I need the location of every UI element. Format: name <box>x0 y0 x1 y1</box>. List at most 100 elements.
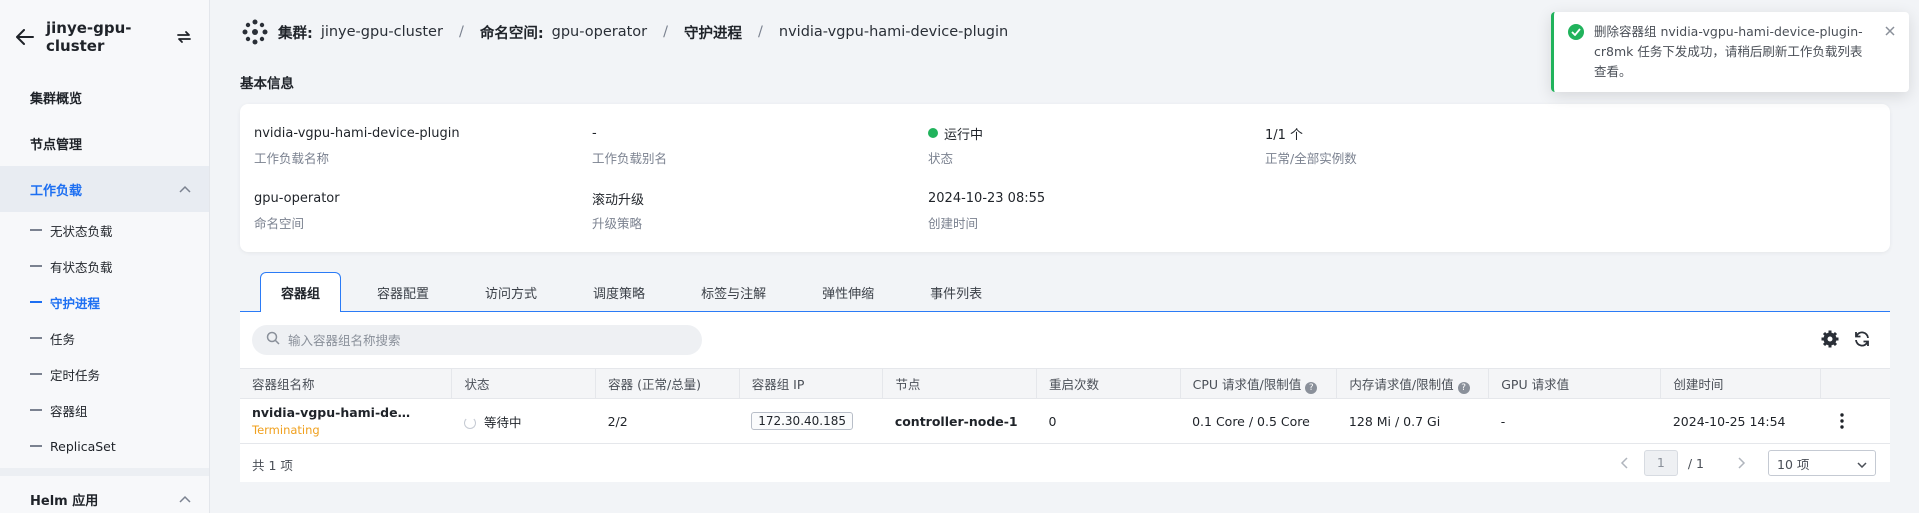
breadcrumb-separator: / <box>663 24 668 40</box>
loading-spinner-icon <box>463 416 476 429</box>
sidebar-sub-pods[interactable]: 容器组 <box>0 392 209 428</box>
breadcrumb-cluster-key: 集群: <box>278 25 313 42</box>
cell-status: 等待中 <box>451 398 596 444</box>
info-label: 升级策略 <box>592 216 643 231</box>
gear-icon[interactable] <box>1820 329 1840 349</box>
tab-container-config[interactable]: 容器配置 <box>357 272 449 312</box>
info-label: 工作负载别名 <box>592 151 668 166</box>
sidebar-item-overview[interactable]: 集群概览 <box>0 74 209 120</box>
col-header-ip[interactable]: 容器组 IP <box>739 368 884 399</box>
col-header-gpu[interactable]: GPU 请求值 <box>1488 368 1662 399</box>
sidebar-sub-daemonsets[interactable]: 守护进程 <box>0 284 209 320</box>
sidebar-sub-cronjobs[interactable]: 定时任务 <box>0 356 209 392</box>
help-icon[interactable]: ? <box>1305 381 1318 394</box>
sidebar-sub-deployments[interactable]: 无状态负载 <box>0 212 209 248</box>
cell-pod-name: nvidia-vgpu-hami-device... Terminating <box>240 398 452 444</box>
info-label: 工作负载名称 <box>254 151 330 166</box>
close-icon[interactable] <box>1883 24 1897 38</box>
cell-node: controller-node-1 <box>882 398 1037 444</box>
cluster-logo-icon <box>240 17 270 47</box>
info-workload-name: nvidia-vgpu-hami-device-plugin 工作负载名称 <box>254 124 460 167</box>
info-value: 2024-10-23 08:55 <box>928 190 1046 206</box>
info-namespace: gpu-operator 命名空间 <box>254 189 340 232</box>
refresh-icon[interactable] <box>1852 329 1872 349</box>
dash-icon <box>30 265 42 267</box>
next-page-icon[interactable] <box>1732 453 1752 473</box>
info-replicas: 1/1 个 正常/全部实例数 <box>1265 124 1357 167</box>
sidebar-item-workloads[interactable]: 工作负载 <box>0 166 209 212</box>
breadcrumb-kind-link[interactable]: 守护进程 <box>684 22 742 43</box>
breadcrumb-namespace-link[interactable]: gpu-operator <box>552 24 647 40</box>
tab-scheduling[interactable]: 调度策略 <box>573 272 665 312</box>
info-value: 运行中 <box>928 124 983 143</box>
basic-info-card: nvidia-vgpu-hami-device-plugin 工作负载名称 - … <box>240 104 1890 252</box>
col-header-node[interactable]: 节点 <box>882 368 1037 399</box>
col-header-mem[interactable]: 内存请求值/限制值? <box>1336 368 1490 399</box>
pagination: 1 / 1 10 项 <box>1614 450 1876 476</box>
search-box <box>252 325 702 355</box>
col-header-name[interactable]: 容器组名称 <box>240 368 453 399</box>
dash-icon <box>30 445 42 447</box>
sidebar-divider <box>0 468 209 476</box>
total-count: 共 1 项 <box>252 457 293 473</box>
pods-table-card: 容器组名称 状态 容器 (正常/总量) 容器组 IP 节点 重启次数 CPU 请… <box>240 312 1890 482</box>
tab-access[interactable]: 访问方式 <box>465 272 557 312</box>
sidebar-sub-label: 容器组 <box>50 403 88 419</box>
status-text: 等待中 <box>483 414 522 430</box>
info-value: - <box>592 125 597 141</box>
sidebar-sub-label: 定时任务 <box>50 367 101 383</box>
info-label: 状态 <box>928 151 954 166</box>
dash-icon <box>30 301 42 303</box>
prev-page-icon[interactable] <box>1614 453 1634 473</box>
cell-cpu: 0.1 Core / 0.5 Core <box>1180 398 1337 444</box>
table-row: nvidia-vgpu-hami-device... Terminating 等… <box>240 398 1890 444</box>
info-status: 运行中 状态 <box>928 124 983 167</box>
back-arrow-icon[interactable] <box>14 26 36 48</box>
sidebar-item-nodes[interactable]: 节点管理 <box>0 120 209 166</box>
info-label: 正常/全部实例数 <box>1265 151 1357 166</box>
col-header-cpu[interactable]: CPU 请求值/限制值? <box>1180 368 1338 399</box>
sidebar-sub-label: 任务 <box>50 331 76 347</box>
chevron-up-icon <box>179 492 191 507</box>
breadcrumb-separator: / <box>458 24 464 40</box>
breadcrumb-current: nvidia-vgpu-hami-device-plugin <box>778 24 1009 40</box>
sidebar-item-helm[interactable]: Helm 应用 <box>0 476 209 513</box>
breadcrumb-separator: / <box>758 24 763 40</box>
sidebar-header: jinye-gpu-cluster <box>0 0 209 74</box>
pod-name-link[interactable]: nvidia-vgpu-hami-device... <box>252 405 412 420</box>
col-header-label: CPU 请求值/限制值 <box>1192 376 1302 392</box>
more-actions-icon[interactable] <box>1832 411 1852 431</box>
sidebar: jinye-gpu-cluster 集群概览 节点管理 工作负载 无状态负载 有… <box>0 0 210 513</box>
dash-icon <box>30 229 42 231</box>
tab-autoscaling[interactable]: 弹性伸缩 <box>802 272 894 312</box>
info-value: nvidia-vgpu-hami-device-plugin <box>254 125 460 141</box>
info-label: 创建时间 <box>928 216 979 231</box>
table-footer: 共 1 项 1 / 1 10 项 <box>240 446 1890 482</box>
sidebar-sub-label: 守护进程 <box>50 295 101 311</box>
col-header-containers[interactable]: 容器 (正常/总量) <box>595 368 740 399</box>
breadcrumb-cluster-link[interactable]: jinye-gpu-cluster <box>321 24 443 40</box>
sidebar-sub-statefulsets[interactable]: 有状态负载 <box>0 248 209 284</box>
tab-pods[interactable]: 容器组 <box>260 272 342 313</box>
tab-labels[interactable]: 标签与注解 <box>681 272 786 312</box>
page-number-input[interactable]: 1 <box>1643 450 1678 476</box>
table-header-row: 容器组名称 状态 容器 (正常/总量) 容器组 IP 节点 重启次数 CPU 请… <box>240 368 1890 399</box>
sidebar-sub-replicasets[interactable]: ReplicaSet <box>0 428 209 464</box>
tab-events[interactable]: 事件列表 <box>910 272 1002 312</box>
cell-containers: 2/2 <box>595 398 740 444</box>
cell-ip: 172.30.40.185 <box>739 398 883 444</box>
col-header-created[interactable]: 创建时间 <box>1660 368 1821 399</box>
col-header-restarts[interactable]: 重启次数 <box>1036 368 1181 399</box>
col-header-status[interactable]: 状态 <box>451 368 597 399</box>
switch-cluster-icon[interactable] <box>173 26 195 48</box>
breadcrumb: 集群: jinye-gpu-cluster / 命名空间: gpu-operat… <box>240 18 1008 46</box>
sidebar-sub-jobs[interactable]: 任务 <box>0 320 209 356</box>
col-header-label: 内存请求值/限制值 <box>1349 376 1454 392</box>
node-link[interactable]: controller-node-1 <box>895 414 1018 429</box>
search-input[interactable] <box>288 332 668 348</box>
breadcrumb-namespace-key: 命名空间: <box>479 25 544 42</box>
cell-restarts: 0 <box>1036 398 1181 444</box>
help-icon[interactable]: ? <box>1457 381 1470 394</box>
basic-info-title: 基本信息 <box>240 76 294 92</box>
page-size-select[interactable]: 10 项 <box>1768 450 1876 476</box>
